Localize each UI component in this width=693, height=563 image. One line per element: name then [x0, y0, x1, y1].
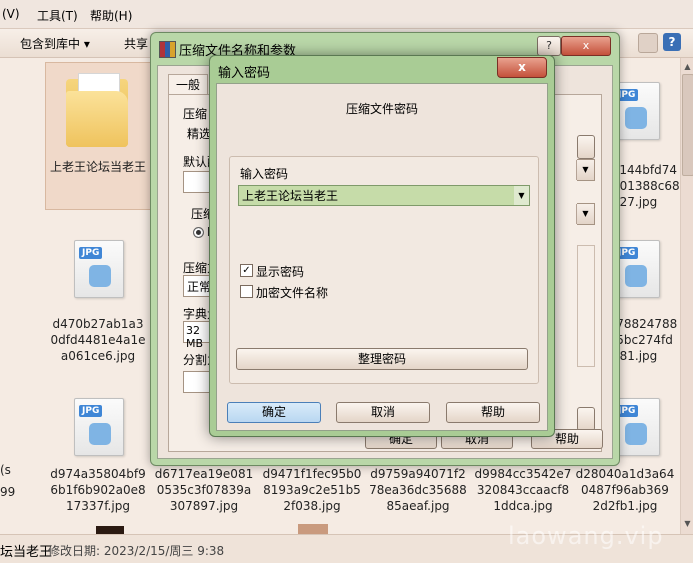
dialog-title: 输入密码 — [218, 66, 271, 81]
status-item-name: 坛当老王 — [0, 545, 53, 560]
browse-button[interactable] — [577, 135, 595, 159]
share-button[interactable]: 共享 — [124, 35, 148, 52]
menu-bar: (V) 工具(T) 帮助(H) — [0, 0, 693, 29]
image-thumbnail — [298, 524, 328, 534]
show-password-checkbox[interactable]: ✓ — [240, 264, 253, 277]
help-icon[interactable]: ? — [663, 33, 681, 51]
archive-name-label: 压缩 — [183, 107, 208, 121]
view-options-icon[interactable] — [638, 33, 658, 53]
cancel-button[interactable]: 取消 — [336, 402, 430, 423]
options-group — [577, 245, 595, 367]
jpg-file-icon[interactable]: JPG — [74, 398, 124, 456]
dialog-heading: 压缩文件密码 — [345, 102, 418, 116]
scroll-thumb[interactable] — [682, 74, 693, 176]
folder-name: 上老王论坛当老王 — [50, 160, 147, 174]
close-icon[interactable]: x — [497, 57, 547, 78]
ok-button[interactable]: 确定 — [227, 402, 321, 423]
scroll-down-icon[interactable]: ▼ — [682, 518, 693, 529]
status-modified-date: 修改日期: 2023/2/15/周三 9:38 — [48, 544, 225, 558]
menu-help[interactable]: 帮助(H) — [90, 7, 132, 24]
file-name: d9984cc3542e7 320843ccaacf8 1ddca.jpg — [474, 467, 572, 513]
watermark-text: laowang.vip — [508, 522, 664, 550]
folder-item[interactable]: 上老王论坛当老王 — [45, 62, 151, 210]
password-input[interactable]: 上老王论坛当老王 ▼ — [238, 185, 530, 206]
help-button[interactable]: 帮助 — [446, 402, 540, 423]
dialog-body: 压缩文件密码 输入密码 上老王论坛当老王 ▼ ✓ 显示密码 加密文件名称 整理密… — [216, 83, 548, 431]
password-label: 输入密码 — [240, 167, 289, 181]
folder-icon — [66, 71, 128, 147]
file-name-partial: (s — [0, 463, 11, 477]
image-thumbnail — [96, 526, 124, 534]
update-mode-select[interactable]: ▼ — [576, 203, 595, 225]
file-name: d6717ea19e081 0535c3f07839a 307897.jpg — [154, 467, 254, 513]
chevron-down-icon[interactable]: ▼ — [514, 186, 529, 205]
set-password-button[interactable] — [577, 407, 595, 431]
winrar-icon — [159, 41, 176, 58]
enter-password-dialog: 输入密码 x 压缩文件密码 输入密码 上老王论坛当老王 ▼ ✓ 显示密码 加密文… — [209, 55, 555, 437]
organize-passwords-button[interactable]: 整理密码 — [236, 348, 528, 370]
vertical-scrollbar[interactable]: ▲ ▼ — [680, 58, 693, 534]
jpg-file-icon[interactable]: JPG — [74, 240, 124, 298]
file-name: d9759a94071f2 78ea36dc35688 85aeaf.jpg — [369, 467, 467, 513]
scroll-up-icon[interactable]: ▲ — [682, 61, 693, 72]
menu-tools[interactable]: 工具(T) — [37, 7, 78, 24]
profile-label: 精选 — [187, 127, 212, 141]
encrypt-names-label: 加密文件名称 — [256, 286, 329, 300]
tab-general[interactable]: 一般 — [168, 74, 208, 95]
menu-view[interactable]: (V) — [2, 7, 20, 21]
file-name: d9471f1fec95b0 8193a9c2e51b5 2f038.jpg — [262, 467, 362, 513]
file-name: d470b27ab1a3 0dfd4481e4a1e a061ce6.jpg — [50, 317, 146, 363]
file-name: d974a35804bf9 6b1f6b902a0e8 17337f.jpg — [50, 467, 146, 513]
show-password-label: 显示密码 — [256, 265, 305, 279]
file-name: d28040a1d3a64 0487f96ab369 2d2fb1.jpg — [575, 467, 675, 513]
help-title-button[interactable]: ? — [537, 36, 561, 56]
include-in-library-button[interactable]: 包含到库中 ▾ — [20, 35, 90, 52]
encrypt-names-checkbox[interactable] — [240, 285, 253, 298]
close-icon[interactable]: x — [561, 36, 611, 56]
profile-select[interactable]: ▼ — [576, 159, 595, 181]
file-name-partial: 99 — [0, 485, 16, 499]
